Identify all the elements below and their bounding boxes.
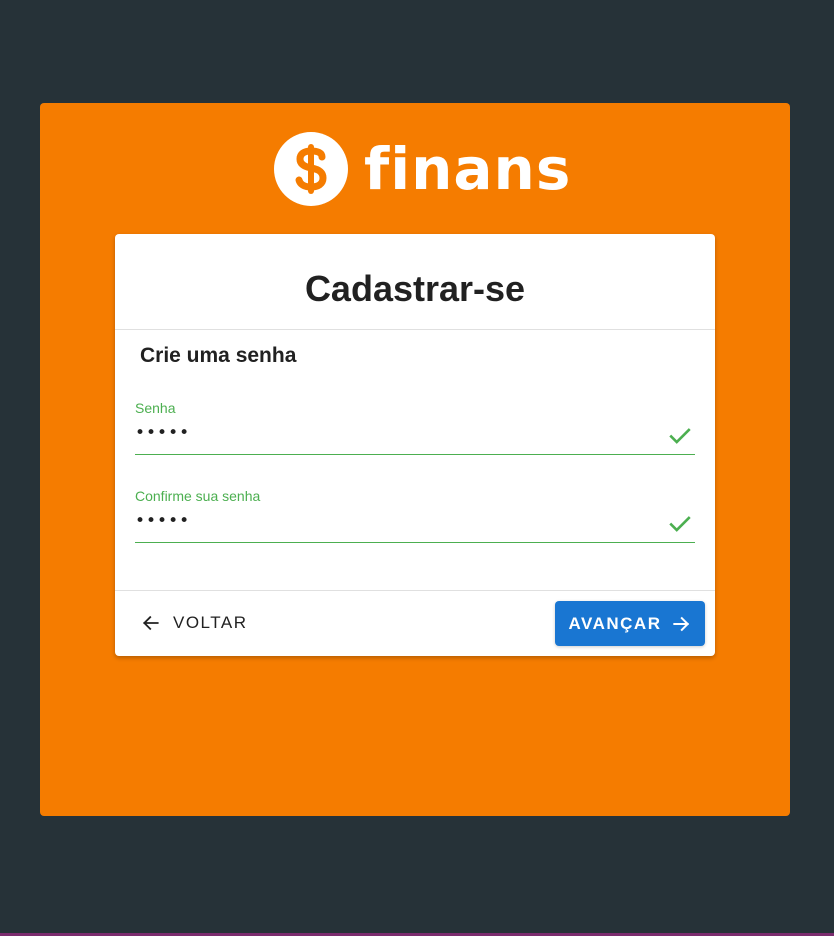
- back-button[interactable]: VOLTAR: [135, 604, 254, 642]
- password-underline: [135, 454, 695, 455]
- next-button[interactable]: AVANÇAR: [555, 601, 705, 646]
- divider: [115, 329, 715, 330]
- signup-card: Cadastrar-se Crie uma senha Senha Confir…: [115, 234, 715, 656]
- arrow-right-icon: [673, 616, 690, 631]
- next-button-label: AVANÇAR: [568, 613, 662, 633]
- password-label: Senha: [135, 400, 176, 416]
- password-field[interactable]: Senha: [135, 394, 695, 456]
- confirm-password-underline: [135, 542, 695, 543]
- confirm-password-input[interactable]: [135, 508, 635, 534]
- check-icon: [669, 428, 691, 444]
- page-title: Cadastrar-se: [304, 268, 526, 309]
- dollar-coin-icon: [274, 132, 348, 206]
- brand-name: finans: [364, 135, 572, 203]
- back-button-label: VOLTAR: [173, 613, 248, 632]
- arrow-left-icon: [143, 615, 159, 631]
- divider: [115, 590, 715, 591]
- check-icon: [669, 516, 691, 532]
- confirm-password-label: Confirme sua senha: [135, 488, 261, 504]
- password-input[interactable]: [135, 420, 635, 446]
- section-subtitle: Crie uma senha: [140, 344, 297, 367]
- logo: finans: [274, 132, 571, 206]
- confirm-password-field[interactable]: Confirme sua senha: [135, 482, 695, 544]
